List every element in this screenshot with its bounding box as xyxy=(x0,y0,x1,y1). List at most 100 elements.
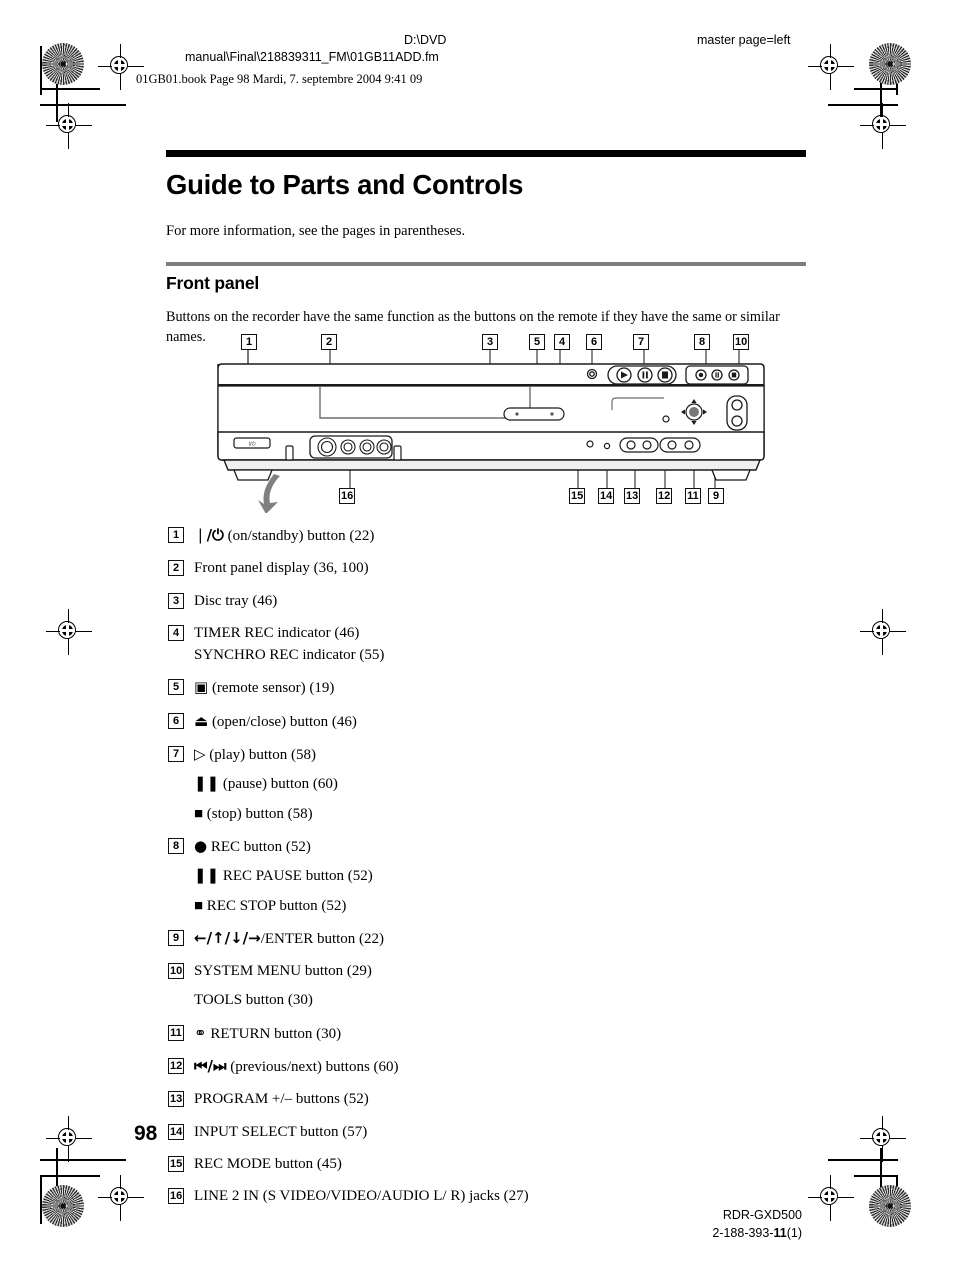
part-number-badge: 15 xyxy=(168,1155,185,1172)
part-number: 2-188-393-11(1) xyxy=(712,1224,802,1242)
part-number-prefix: 2-188-393- xyxy=(712,1226,774,1241)
callout-11: 11 xyxy=(685,488,701,504)
registration-mark xyxy=(46,1116,92,1162)
registration-mark xyxy=(46,609,92,655)
part-sub-label: TOOLS button (30) xyxy=(194,992,313,1009)
callout-13: 13 xyxy=(624,488,641,504)
part-label: ▣ (remote sensor) (19) xyxy=(194,678,335,697)
rosette-mark xyxy=(869,1185,911,1227)
part-number-badge: 4 xyxy=(168,624,184,641)
part-number-badge: 14 xyxy=(168,1123,185,1140)
front-panel-diagram: I/⏻ xyxy=(212,328,772,514)
part-number-badge: 11 xyxy=(168,1024,184,1041)
part-label: Front panel display (36, 100) xyxy=(194,560,369,576)
parts-list-item: 16 LINE 2 IN (S VIDEO/VIDEO/AUDIO L/ R) j… xyxy=(168,1186,588,1207)
part-number-revision: 11 xyxy=(773,1226,787,1241)
callout-2: 2 xyxy=(321,334,337,350)
part-number-badge: 2 xyxy=(168,560,184,577)
direction-pad-icon: ←/↑/↓/→ xyxy=(194,928,261,947)
part-text: REC MODE button (45) xyxy=(194,1155,342,1172)
crop-line xyxy=(40,1175,42,1224)
callout-4: 4 xyxy=(554,334,570,350)
document-footer: RDR-GXD500 2-188-393-11(1) xyxy=(712,1206,802,1242)
parts-list-item: 5 ▣ (remote sensor) (19) xyxy=(168,677,588,699)
rosette-mark xyxy=(42,43,84,85)
part-number-badge: 16 xyxy=(168,1188,185,1205)
page-title: Guide to Parts and Controls xyxy=(166,169,524,200)
part-number-badge: 7 xyxy=(168,746,184,763)
callout-10: 10 xyxy=(733,334,750,350)
rosette-mark xyxy=(42,1185,84,1227)
rec-icon: ● xyxy=(194,836,208,855)
parts-list-item: 12 ⏮/⏭ (previous/next) buttons (60) xyxy=(168,1056,588,1078)
parts-list-item: 10 SYSTEM MENU button (29) TOOLS button (3… xyxy=(168,961,588,1012)
part-label: ←/↑/↓/→/ENTER button (22) xyxy=(194,928,385,947)
part-text: (on/standby) button (22) xyxy=(223,528,375,544)
part-text: (previous/next) buttons (60) xyxy=(226,1059,399,1076)
callout-16: 16 xyxy=(339,488,356,504)
svg-text:I/⏻: I/⏻ xyxy=(248,442,255,448)
page-content: Guide to Parts and Controls For more inf… xyxy=(166,0,806,347)
part-sub-label: SYNCHRO REC indicator (55) xyxy=(194,647,385,664)
part-label: ⏮/⏭ (previous/next) buttons (60) xyxy=(194,1057,399,1076)
part-number-badge: 1 xyxy=(168,527,184,543)
part-label: Disc tray (46) xyxy=(194,593,277,609)
part-label: ● REC button (52) xyxy=(194,836,311,855)
intro-text: For more information, see the pages in p… xyxy=(166,223,466,240)
part-number-badge: 9 xyxy=(168,929,184,946)
crop-line xyxy=(854,88,898,90)
callout-5: 5 xyxy=(529,334,545,350)
part-text: /ENTER button (22) xyxy=(260,930,385,947)
part-label: INPUT SELECT button (57) xyxy=(194,1124,367,1140)
callout-7: 7 xyxy=(633,334,649,350)
part-sub-label: ■ (stop) button (58) xyxy=(194,805,313,822)
part-sub-label: ■ REC STOP button (52) xyxy=(194,897,347,914)
crop-line xyxy=(40,1175,100,1177)
part-sub-label: ❚❚ (pause) button (60) xyxy=(194,776,338,793)
rosette-mark xyxy=(869,43,911,85)
callout-1: 1 xyxy=(241,334,257,350)
callout-6: 6 xyxy=(586,334,602,350)
part-text: (remote sensor) (19) xyxy=(208,680,335,697)
part-label: ⏏ (open/close) button (46) xyxy=(194,712,357,730)
part-text: Front panel display (36, 100) xyxy=(194,560,369,577)
part-text: (open/close) button (46) xyxy=(208,713,357,730)
callout-8: 8 xyxy=(694,334,710,350)
parts-list: 1 ❘/⏻ (on/standby) button (22) 2 Front pane… xyxy=(168,514,588,1208)
section-heading: Front panel xyxy=(166,272,260,293)
part-label: ⚭ RETURN button (30) xyxy=(194,1023,342,1042)
play-icon: ▷ xyxy=(194,745,206,764)
remote-sensor-icon: ▣ xyxy=(194,678,209,697)
parts-list-item: 1 ❘/⏻ (on/standby) button (22) xyxy=(168,525,588,547)
part-text: Disc tray (46) xyxy=(194,592,278,609)
part-text: PROGRAM +/– buttons (52) xyxy=(194,1091,369,1108)
registration-mark xyxy=(808,44,854,90)
previous-next-icon: ⏮/⏭ xyxy=(194,1057,227,1076)
part-number-badge: 10 xyxy=(168,963,185,980)
parts-list-item: 9 ←/↑/↓/→/ENTER button (22) xyxy=(168,928,588,950)
part-label: REC MODE button (45) xyxy=(194,1156,342,1172)
part-label: ❘/⏻ (on/standby) button (22) xyxy=(194,526,375,544)
part-number-badge: 13 xyxy=(168,1091,185,1108)
parts-list-item: 3 Disc tray (46) xyxy=(168,591,588,612)
part-number-badge: 12 xyxy=(168,1058,185,1075)
part-text: SYSTEM MENU button (29) xyxy=(194,963,372,980)
parts-list-item: 8 ● REC button (52) ❚❚ REC PAUSE button (5… xyxy=(168,836,588,917)
part-text: TIMER REC indicator (46) xyxy=(194,624,360,641)
part-label: PROGRAM +/– buttons (52) xyxy=(194,1091,369,1107)
part-number-badge: 3 xyxy=(168,592,184,609)
parts-list-item: 14 INPUT SELECT button (57) xyxy=(168,1122,588,1143)
part-label: LINE 2 IN (S VIDEO/VIDEO/AUDIO L/ R) jac… xyxy=(194,1188,529,1204)
registration-mark xyxy=(860,103,906,149)
section-rule xyxy=(166,261,806,266)
part-sub-label: ❚❚ REC PAUSE button (52) xyxy=(194,868,373,885)
parts-list-item: 6 ⏏ (open/close) button (46) xyxy=(168,711,588,733)
page-number: 98 xyxy=(134,1122,158,1145)
parts-list-item: 11 ⚭ RETURN button (30) xyxy=(168,1023,588,1045)
parts-list-item: 2 Front panel display (36, 100) xyxy=(168,558,588,579)
parts-list-item: 13 PROGRAM +/– buttons (52) xyxy=(168,1089,588,1110)
part-text: RETURN button (30) xyxy=(206,1025,342,1042)
crop-line xyxy=(854,1175,898,1177)
return-icon: ⚭ xyxy=(194,1023,207,1042)
part-number-badge: 8 xyxy=(168,837,184,854)
